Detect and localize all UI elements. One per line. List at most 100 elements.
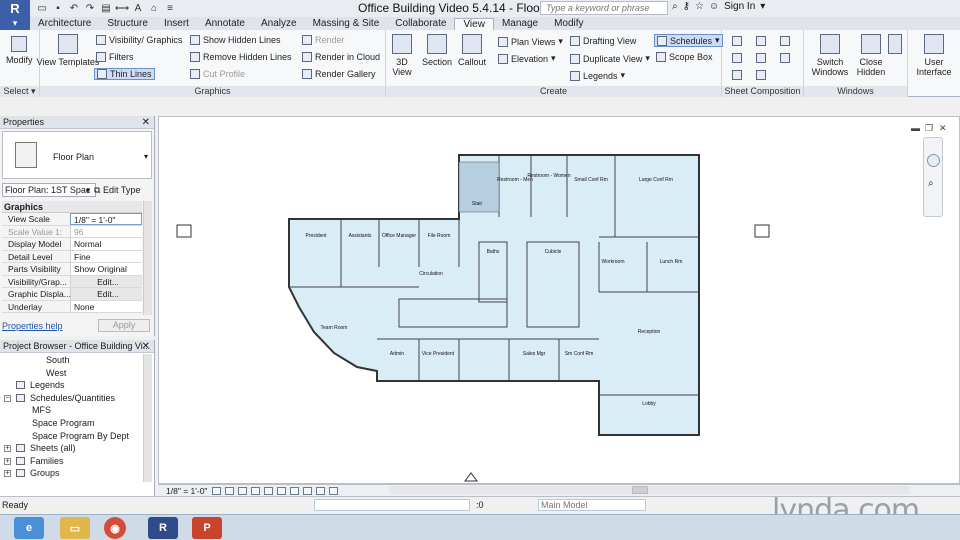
section-button[interactable]: Section	[422, 34, 452, 67]
room-label[interactable]: President	[305, 233, 327, 239]
duplicate-view-button[interactable]: Duplicate View ▾	[570, 53, 650, 64]
sheet-composition-panel-label[interactable]: Sheet Composition	[722, 86, 803, 97]
room-label[interactable]: Lunch Rm	[660, 259, 683, 265]
expand-icon[interactable]: +	[4, 470, 11, 478]
elevation-button[interactable]: Elevation ▾	[498, 53, 556, 64]
list-item[interactable]: Legends	[0, 379, 145, 392]
view-reference-icon[interactable]	[732, 53, 742, 63]
tab-massing-site[interactable]: Massing & Site	[305, 18, 388, 30]
room-label[interactable]: Vice President	[422, 351, 455, 357]
room-label[interactable]: Assistants	[349, 233, 372, 239]
expand-icon[interactable]: +	[4, 445, 11, 453]
room-label[interactable]: Team Room	[321, 325, 348, 331]
room-label[interactable]: Cubicle	[545, 249, 562, 255]
open-icon[interactable]: ▭	[36, 3, 48, 15]
room-label[interactable]: Workroom	[602, 259, 625, 265]
revit-icon[interactable]: R	[148, 517, 178, 539]
drafting-view-button[interactable]: Drafting View	[570, 36, 636, 46]
render-button[interactable]: Render	[302, 35, 345, 45]
binoculars-icon[interactable]: ⌕	[672, 1, 678, 12]
measure-icon[interactable]: ⟷	[115, 3, 129, 15]
close-icon[interactable]: ✕	[142, 116, 150, 129]
graphics-group-header[interactable]: Graphics	[2, 201, 142, 213]
chevron-down-icon[interactable]: ▾	[760, 1, 765, 12]
sign-in-link[interactable]: Sign In	[724, 1, 755, 12]
list-item[interactable]: Space Program	[0, 417, 145, 430]
list-item[interactable]: + Families	[0, 455, 145, 468]
revisions-icon[interactable]	[780, 53, 790, 63]
subscription-icon[interactable]: ⚷	[683, 1, 690, 12]
browser-scrollbar[interactable]	[143, 354, 152, 482]
plan-views-button[interactable]: Plan Views ▾	[498, 36, 563, 47]
guide-grid-icon[interactable]	[756, 53, 766, 63]
tab-insert[interactable]: Insert	[156, 18, 197, 30]
schedules-button[interactable]: Schedules ▾	[654, 34, 723, 47]
list-item[interactable]: Space Program By Dept	[0, 430, 145, 443]
place-view-icon[interactable]	[732, 70, 742, 80]
user-interface-button[interactable]: User Interface	[916, 34, 952, 77]
lock-3d-icon[interactable]	[303, 486, 312, 495]
filters-button[interactable]: Filters	[96, 52, 134, 62]
revit-app-button[interactable]: R	[0, 0, 30, 17]
visual-style-icon[interactable]	[225, 486, 234, 495]
remove-hidden-lines-button[interactable]: Remove Hidden Lines	[190, 52, 292, 62]
callout-button[interactable]: Callout	[458, 34, 486, 67]
thin-lines-icon[interactable]: ≡	[164, 3, 176, 15]
room-label[interactable]: Large Conf Rm	[639, 177, 673, 183]
list-item[interactable]: MFS	[0, 404, 145, 417]
undo-icon[interactable]: ↶	[68, 3, 80, 15]
create-panel-label[interactable]: Create	[386, 86, 721, 97]
workset-selector[interactable]	[314, 499, 470, 511]
help-search-input[interactable]: Type a keyword or phrase	[540, 1, 668, 15]
sheet-icon[interactable]	[732, 36, 742, 46]
view-scale-selector[interactable]: 1/8" = 1'-0"	[158, 486, 210, 496]
thin-lines-button[interactable]: Thin Lines	[94, 68, 155, 80]
design-option-selector[interactable]: Main Model	[538, 499, 646, 511]
star-icon[interactable]: ☆	[695, 1, 704, 12]
room-label[interactable]: File Room	[428, 233, 451, 239]
render-in-cloud-button[interactable]: Render in Cloud	[302, 52, 380, 62]
display-model-field[interactable]: Normal	[70, 238, 142, 250]
cut-profile-button[interactable]: Cut Profile	[190, 69, 245, 79]
room-label[interactable]: Restroom - Women	[527, 173, 570, 179]
view-scale-field[interactable]: 1/8" = 1'-0"	[70, 213, 142, 225]
matchline-icon[interactable]	[780, 36, 790, 46]
show-crop-region-icon[interactable]	[290, 486, 299, 495]
close-hidden-button[interactable]: Close Hidden	[856, 34, 886, 77]
list-item[interactable]: + Groups	[0, 467, 145, 480]
reveal-hidden-icon[interactable]	[329, 486, 338, 495]
scope-box-button[interactable]: Scope Box	[656, 52, 713, 62]
save-icon[interactable]: ▪	[52, 3, 64, 15]
tab-view[interactable]: View	[454, 18, 494, 30]
close-icon[interactable]: ✕	[142, 340, 150, 353]
list-item[interactable]: South	[0, 354, 145, 367]
titleblock-icon[interactable]	[756, 36, 766, 46]
list-item[interactable]: West	[0, 367, 145, 380]
tab-annotate[interactable]: Annotate	[197, 18, 253, 30]
chevron-down-icon[interactable]: ▾	[86, 186, 90, 195]
file-explorer-icon[interactable]: ▭	[60, 517, 90, 539]
viewports-icon[interactable]	[756, 70, 766, 80]
tab-modify[interactable]: Modify	[546, 18, 591, 30]
list-item[interactable]: − Schedules/Quantities	[0, 392, 145, 405]
graphic-display-edit-button[interactable]: Edit...	[70, 288, 142, 300]
detail-level-icon[interactable]	[212, 486, 221, 495]
collapse-icon[interactable]: −	[4, 394, 11, 402]
text-icon[interactable]: A	[132, 3, 144, 15]
tab-structure[interactable]: Structure	[99, 18, 156, 30]
instance-selector[interactable]: Floor Plan: 1ST Spac	[2, 183, 96, 197]
properties-help-link[interactable]: Properties help	[2, 321, 63, 331]
legends-button[interactable]: Legends ▾	[570, 70, 625, 81]
powerpoint-icon[interactable]: P	[192, 517, 222, 539]
visibility-edit-button[interactable]: Edit...	[70, 275, 142, 287]
windows-panel-label[interactable]: Windows	[804, 86, 907, 97]
redo-icon[interactable]: ↷	[84, 3, 96, 15]
apply-button[interactable]: Apply	[98, 319, 150, 332]
room-label[interactable]: Stair	[472, 201, 483, 207]
room-label[interactable]: Admin	[390, 351, 404, 357]
tab-analyze[interactable]: Analyze	[253, 18, 305, 30]
expand-icon[interactable]: +	[4, 457, 11, 465]
room-label[interactable]: Small Conf Rm	[574, 177, 608, 183]
parts-visibility-field[interactable]: Show Original	[70, 263, 142, 275]
select-panel-label[interactable]: Select ▾	[0, 86, 39, 97]
